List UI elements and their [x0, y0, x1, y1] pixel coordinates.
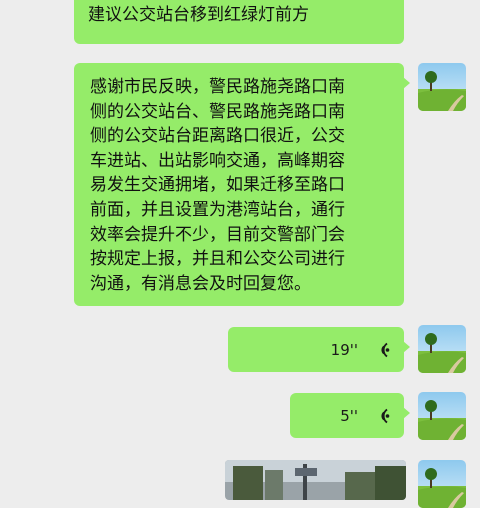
message-text: 感谢市民反映，警民路施尧路口南 侧的公交站台、警民路施尧路口南 侧的公交站台距离…: [90, 77, 345, 294]
voice-message-bubble[interactable]: 19'': [228, 327, 410, 372]
image-message[interactable]: [225, 460, 406, 500]
landscape-avatar-icon: [418, 460, 466, 508]
voice-wave-icon: [381, 408, 390, 423]
user-avatar[interactable]: [418, 63, 466, 111]
landscape-avatar-icon: [418, 325, 466, 373]
voice-duration: 5'': [340, 406, 358, 425]
message-bubble-text[interactable]: 感谢市民反映，警民路施尧路口南 侧的公交站台、警民路施尧路口南 侧的公交站台距离…: [74, 63, 410, 306]
voice-message-bubble[interactable]: 5'': [290, 393, 410, 438]
landscape-avatar-icon: [418, 63, 466, 111]
voice-duration: 19'': [330, 340, 358, 359]
voice-wave-icon: [381, 342, 390, 357]
landscape-avatar-icon: [418, 392, 466, 440]
photo-thumbnail: [225, 460, 406, 500]
user-avatar[interactable]: [418, 325, 466, 373]
user-avatar[interactable]: [418, 460, 466, 508]
user-avatar[interactable]: [418, 392, 466, 440]
message-text: 时目前事辆拥堵，目易造成拥堵， 建议公交站台移到红绿灯前方: [88, 4, 309, 25]
message-bubble-text[interactable]: 时目前事辆拥堵，目易造成拥堵， 建议公交站台移到红绿灯前方: [74, 0, 404, 44]
